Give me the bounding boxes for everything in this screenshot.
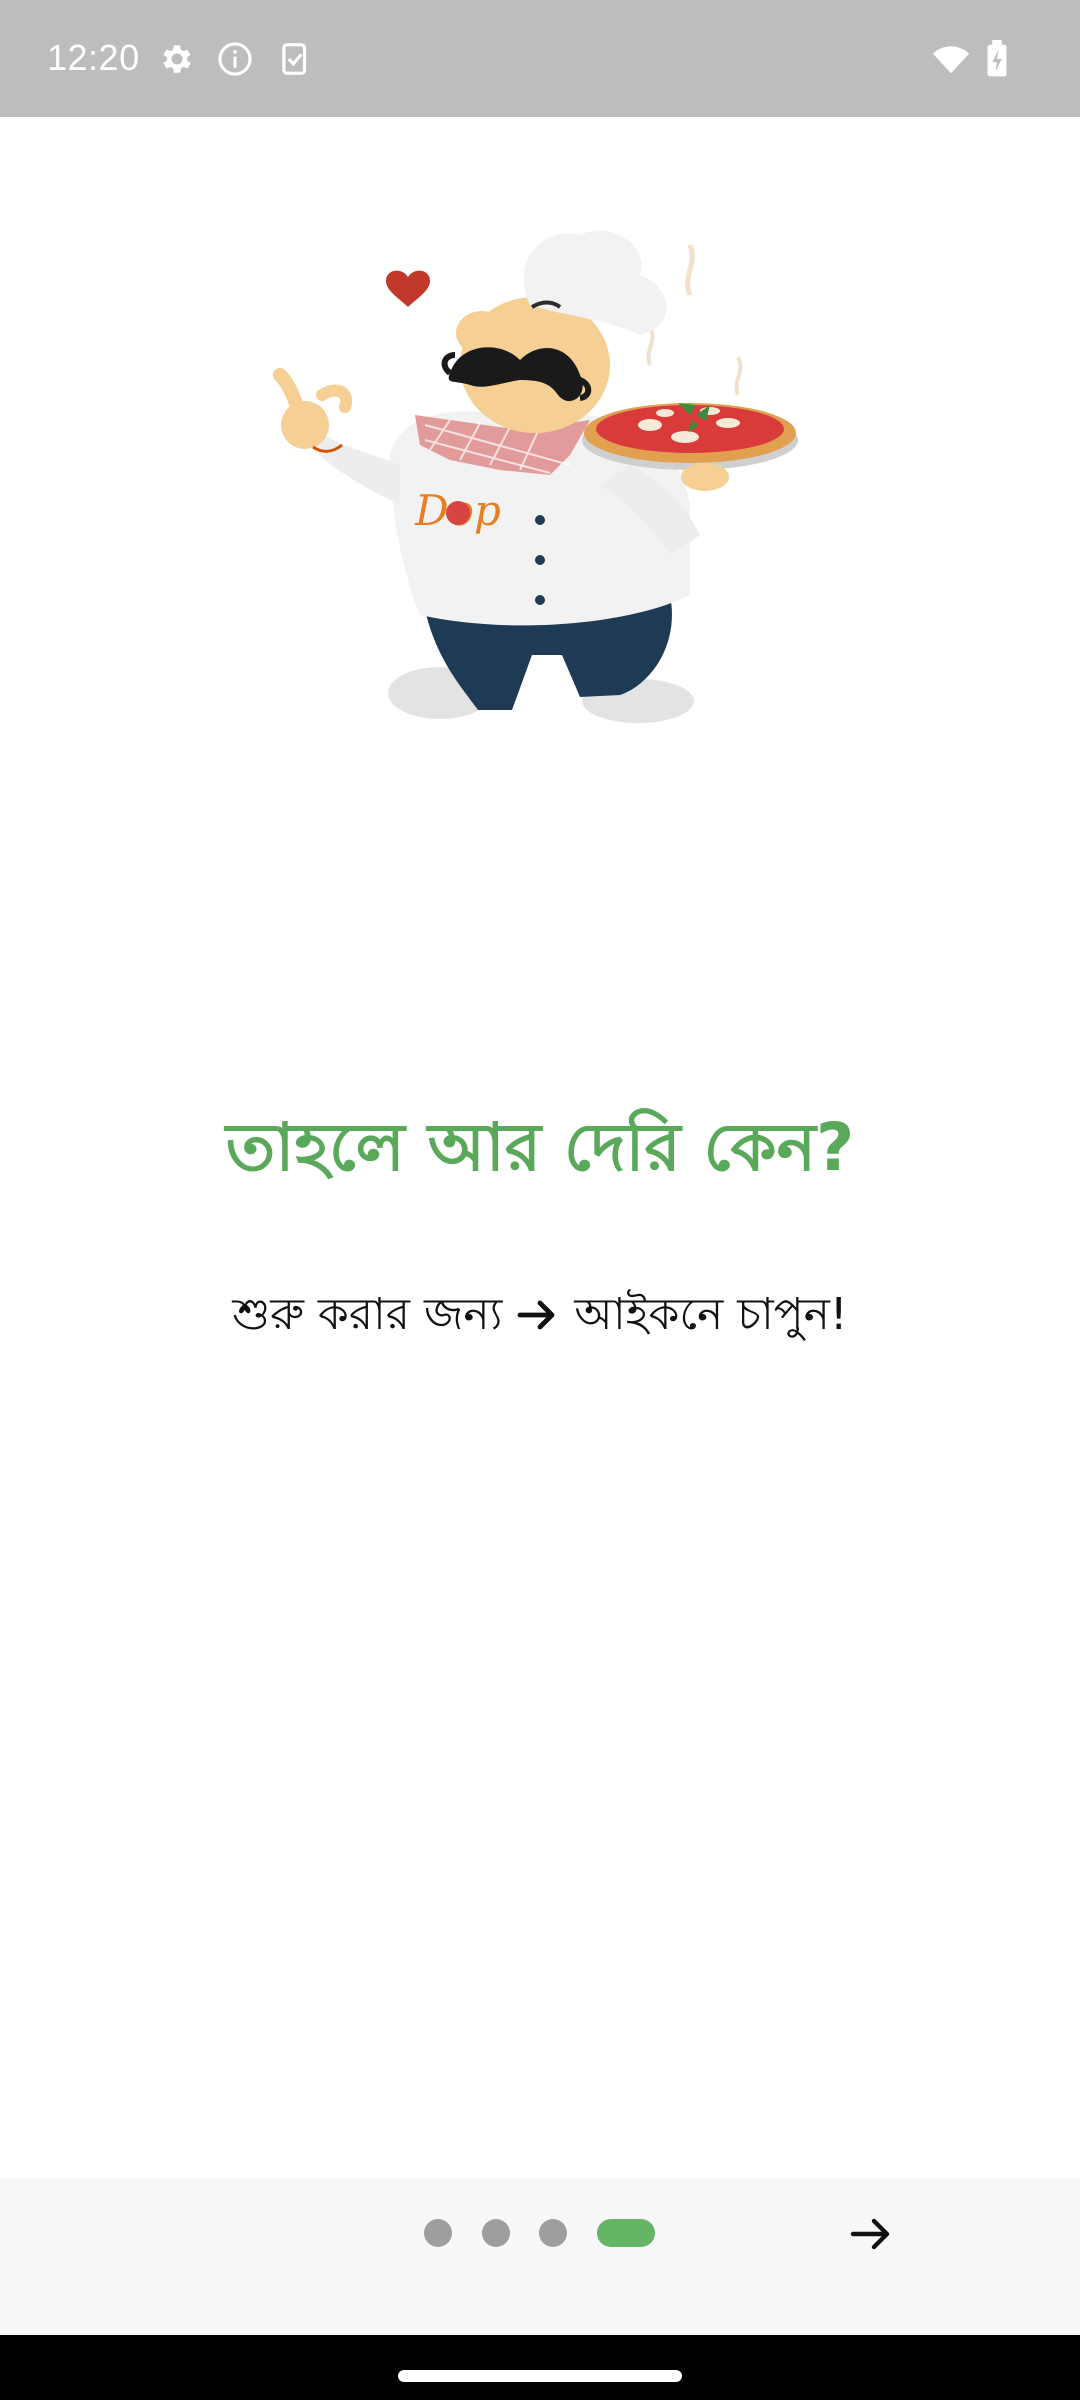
pager-bar xyxy=(0,2178,1080,2335)
page-indicator-2[interactable] xyxy=(482,2219,510,2247)
info-icon xyxy=(216,40,254,78)
page-indicator-1[interactable] xyxy=(424,2219,452,2247)
instruction-text-after: আইকনে চাপুন! xyxy=(574,1289,848,1340)
headline: তাহলে আর দেরি কেন? xyxy=(225,1109,855,1186)
system-nav-bar xyxy=(0,2335,1080,2400)
status-time: 12:20 xyxy=(47,37,140,78)
chef-illustration: Dop xyxy=(250,215,810,735)
instruction-text: শুরু করার জন্য আইকনে চাপুন! xyxy=(0,1280,1080,1350)
next-button[interactable] xyxy=(843,2206,899,2262)
home-gesture-handle[interactable] xyxy=(398,2370,682,2382)
status-bar: 12:20 xyxy=(0,0,1080,117)
instruction-text-before: শুরু করার জন্য xyxy=(232,1289,503,1340)
arrow-right-icon xyxy=(850,2218,890,2250)
clipboard-check-icon xyxy=(276,40,314,78)
gear-icon xyxy=(158,40,196,78)
battery-charging-icon xyxy=(984,40,1010,78)
arrow-right-icon xyxy=(514,1291,562,1339)
page-indicator-4-active[interactable] xyxy=(597,2219,655,2247)
page-indicator-3[interactable] xyxy=(539,2219,567,2247)
wifi-icon xyxy=(930,40,972,78)
